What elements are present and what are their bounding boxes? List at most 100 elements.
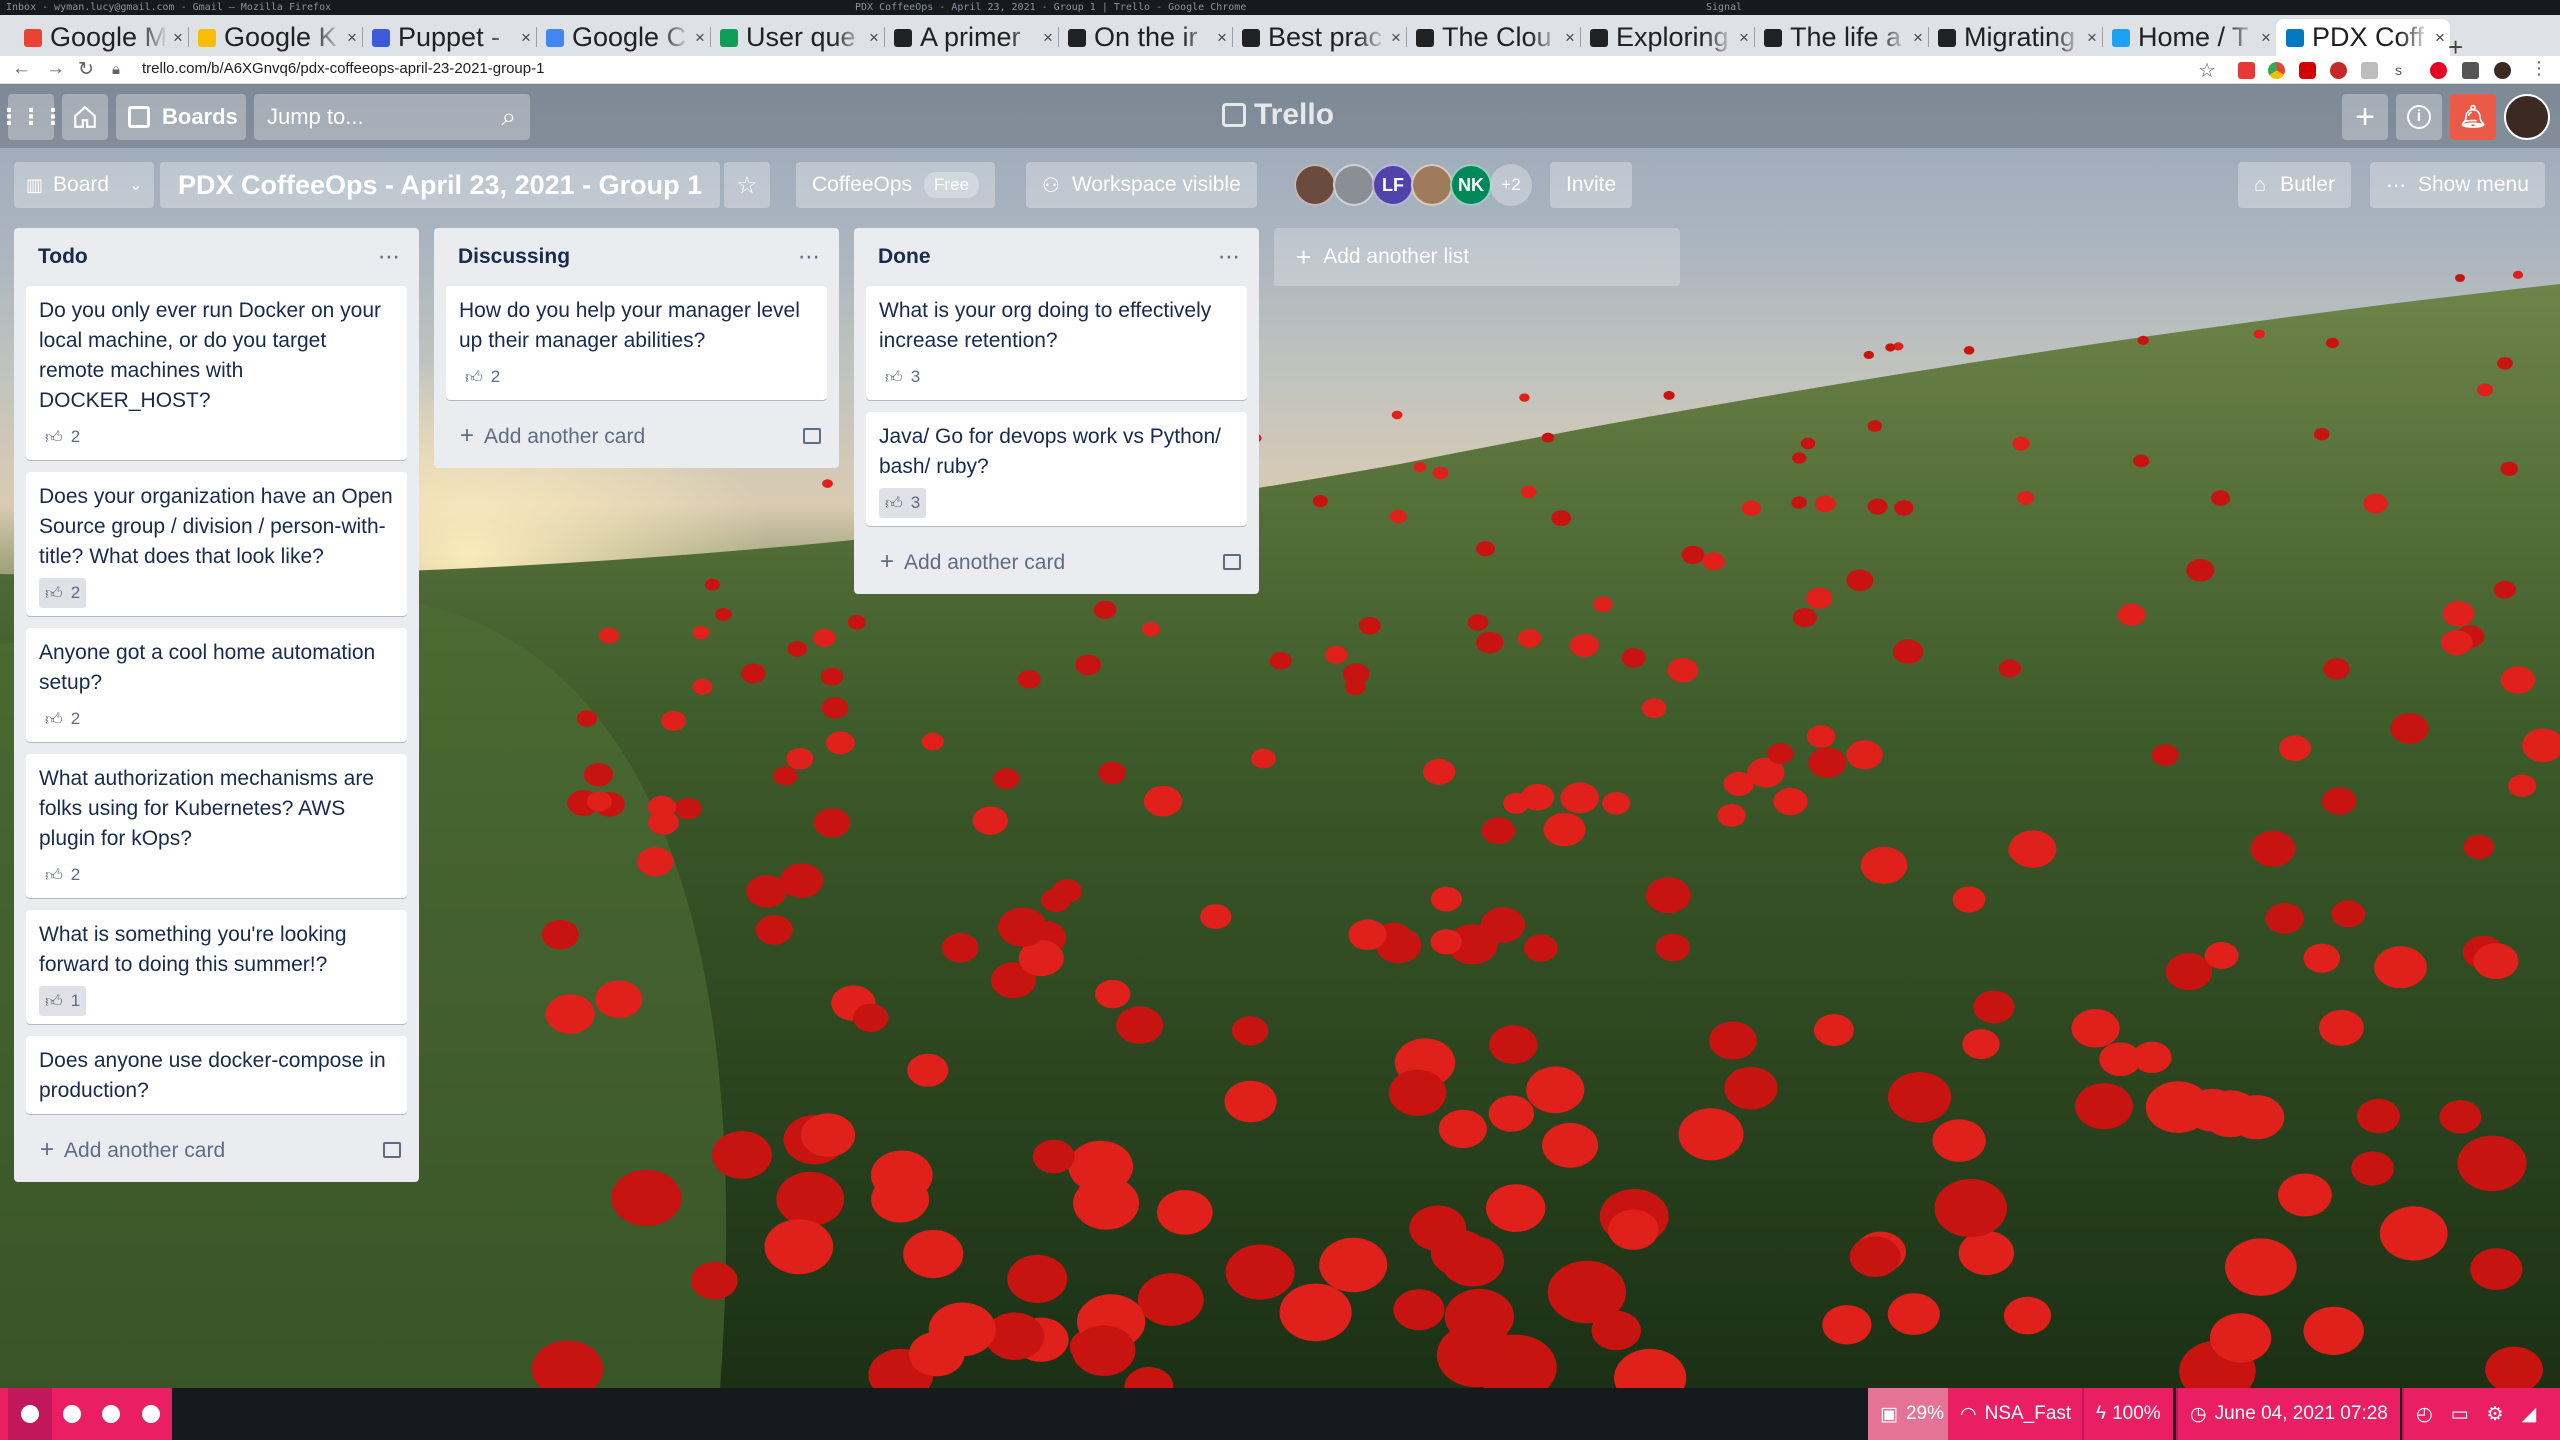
boards-button[interactable]: Boards xyxy=(116,94,246,140)
member-avatar[interactable]: NK xyxy=(1450,164,1492,206)
browser-tab[interactable]: User que × xyxy=(710,19,884,56)
visibility-button[interactable]: ⚇ Workspace visible xyxy=(1026,162,1257,208)
card[interactable]: What is your org doing to effectively in… xyxy=(866,286,1247,400)
trello-logo[interactable]: Trello xyxy=(1222,98,1334,132)
card[interactable]: Does anyone use docker-compose in produc… xyxy=(26,1036,407,1114)
workspace-1-dot[interactable] xyxy=(21,1405,39,1423)
member-avatar[interactable] xyxy=(1333,164,1375,206)
chrome-extension-icon[interactable] xyxy=(2268,62,2285,79)
board-title[interactable]: PDX CoffeeOps - April 23, 2021 - Group 1 xyxy=(160,162,721,208)
list-title[interactable]: Todo xyxy=(38,245,88,269)
card[interactable]: How do you help your manager level up th… xyxy=(446,286,827,400)
browser-tab[interactable]: Google M × xyxy=(14,19,188,56)
info-button[interactable]: i xyxy=(2396,94,2442,140)
home-icon[interactable] xyxy=(62,94,108,140)
tab-close-icon[interactable]: × xyxy=(1908,28,1928,48)
tab-close-icon[interactable]: × xyxy=(2430,28,2450,48)
workspace-3-dot[interactable] xyxy=(102,1405,120,1423)
card-template-icon[interactable] xyxy=(1223,554,1241,570)
browser-tab[interactable]: Best prac × xyxy=(1232,19,1406,56)
extension-icon[interactable] xyxy=(2238,62,2255,79)
create-plus-button[interactable]: + xyxy=(2342,94,2388,140)
vote-badge[interactable]: 👍︎ 2 xyxy=(459,362,506,392)
tab-close-icon[interactable]: × xyxy=(342,28,362,48)
browser-tab[interactable]: The Clou × xyxy=(1406,19,1580,56)
member-avatar[interactable] xyxy=(1294,164,1336,206)
browser-tab[interactable]: On the ir × xyxy=(1058,19,1232,56)
pinterest-extension-icon[interactable] xyxy=(2430,62,2447,79)
card[interactable]: Anyone got a cool home automation setup?… xyxy=(26,628,407,742)
tray-settings-icon[interactable]: ⚙ xyxy=(2487,1403,2504,1426)
back-icon[interactable]: ← xyxy=(12,58,31,80)
search-input[interactable]: Jump to... ⌕ xyxy=(254,94,530,140)
profile-avatar[interactable] xyxy=(2494,62,2511,79)
browser-menu-icon[interactable]: ⋮ xyxy=(2530,58,2548,79)
browser-tab[interactable]: A primer × xyxy=(884,19,1058,56)
tab-close-icon[interactable]: × xyxy=(1386,28,1406,48)
tab-close-icon[interactable]: × xyxy=(2082,28,2102,48)
tab-close-icon[interactable]: × xyxy=(168,28,188,48)
member-avatar[interactable] xyxy=(2504,94,2550,140)
vote-badge[interactable]: 👍︎ 2 xyxy=(39,422,86,452)
tab-close-icon[interactable]: × xyxy=(516,28,536,48)
card[interactable]: Java/ Go for devops work vs Python/ bash… xyxy=(866,412,1247,526)
workspace-2-dot[interactable] xyxy=(63,1405,81,1423)
butler-button[interactable]: ⌂ Butler xyxy=(2238,162,2351,208)
tray-chat-icon[interactable]: ▭ xyxy=(2451,1403,2469,1426)
browser-tab[interactable]: PDX Coff × xyxy=(2276,19,2450,56)
add-card-button[interactable]: + Add another card xyxy=(26,1126,407,1174)
browser-tab[interactable]: Migrating × xyxy=(1928,19,2102,56)
member-avatar[interactable]: LF xyxy=(1372,164,1414,206)
vote-badge[interactable]: 👍︎ 2 xyxy=(39,860,86,890)
list-title[interactable]: Done xyxy=(878,245,931,269)
show-menu-button[interactable]: ⋯ Show menu xyxy=(2370,162,2545,208)
s-extension-icon[interactable]: s xyxy=(2390,62,2407,79)
member-avatar[interactable] xyxy=(1411,164,1453,206)
tab-close-icon[interactable]: × xyxy=(1038,28,1058,48)
tab-close-icon[interactable]: × xyxy=(1734,28,1754,48)
card[interactable]: Do you only ever run Docker on your loca… xyxy=(26,286,407,460)
add-list-button[interactable]: + Add another list xyxy=(1274,228,1680,286)
vote-badge[interactable]: 👍︎ 3 xyxy=(879,488,927,518)
notifications-button[interactable]: 🔔︎ xyxy=(2450,94,2496,140)
card[interactable]: What authorization mechanisms are folks … xyxy=(26,754,407,898)
browser-tab[interactable]: The life a × xyxy=(1754,19,1928,56)
tray-clock-icon[interactable]: ◴ xyxy=(2416,1403,2433,1426)
browser-tab[interactable]: Puppet - × xyxy=(362,19,536,56)
card-template-icon[interactable] xyxy=(383,1142,401,1158)
workspace-button[interactable]: CoffeeOps Free xyxy=(796,162,995,208)
bookmark-star-icon[interactable]: ☆ xyxy=(2198,58,2216,83)
youtube-extension-icon[interactable] xyxy=(2299,62,2316,79)
list-title[interactable]: Discussing xyxy=(458,245,570,269)
extension-icon[interactable] xyxy=(2361,62,2378,79)
browser-tab[interactable]: Google K × xyxy=(188,19,362,56)
vote-badge[interactable]: 👍︎ 3 xyxy=(879,362,926,392)
list-menu-icon[interactable]: ⋯ xyxy=(1218,244,1241,270)
tab-close-icon[interactable]: × xyxy=(2256,28,2276,48)
abp-extension-icon[interactable] xyxy=(2330,62,2347,79)
vote-badge[interactable]: 👍︎ 2 xyxy=(39,704,86,734)
workspace-4-dot[interactable] xyxy=(142,1405,160,1423)
tab-close-icon[interactable]: × xyxy=(1212,28,1232,48)
add-card-button[interactable]: + Add another card xyxy=(446,412,827,460)
forward-icon[interactable]: → xyxy=(46,58,65,80)
list-menu-icon[interactable]: ⋯ xyxy=(378,244,401,270)
puzzle-extensions-icon[interactable] xyxy=(2462,62,2479,79)
vote-badge[interactable]: 👍︎ 2 xyxy=(39,578,87,608)
board-view-switcher[interactable]: ▥ Board ⌄ xyxy=(14,162,155,208)
tray-signal-icon[interactable]: ◢ xyxy=(2522,1403,2537,1426)
tab-close-icon[interactable]: × xyxy=(1560,28,1580,48)
list-menu-icon[interactable]: ⋯ xyxy=(798,244,821,270)
browser-tab[interactable]: Google C × xyxy=(536,19,710,56)
address-bar[interactable]: trello.com/b/A6XGnvq6/pdx-coffeeops-apri… xyxy=(142,60,544,77)
tab-close-icon[interactable]: × xyxy=(690,28,710,48)
browser-tab[interactable]: Home / T × xyxy=(2102,19,2276,56)
invite-button[interactable]: Invite xyxy=(1550,162,1633,208)
card[interactable]: What is something you're looking forward… xyxy=(26,910,407,1024)
add-card-button[interactable]: + Add another card xyxy=(866,538,1247,586)
card[interactable]: Does your organization have an Open Sour… xyxy=(26,472,407,616)
reload-icon[interactable]: ↻ xyxy=(78,58,94,81)
apps-grid-icon[interactable]: ⋮⋮⋮ xyxy=(0,94,64,140)
vote-badge[interactable]: 👍︎ 1 xyxy=(39,986,87,1016)
more-members-badge[interactable]: +2 xyxy=(1490,164,1532,206)
